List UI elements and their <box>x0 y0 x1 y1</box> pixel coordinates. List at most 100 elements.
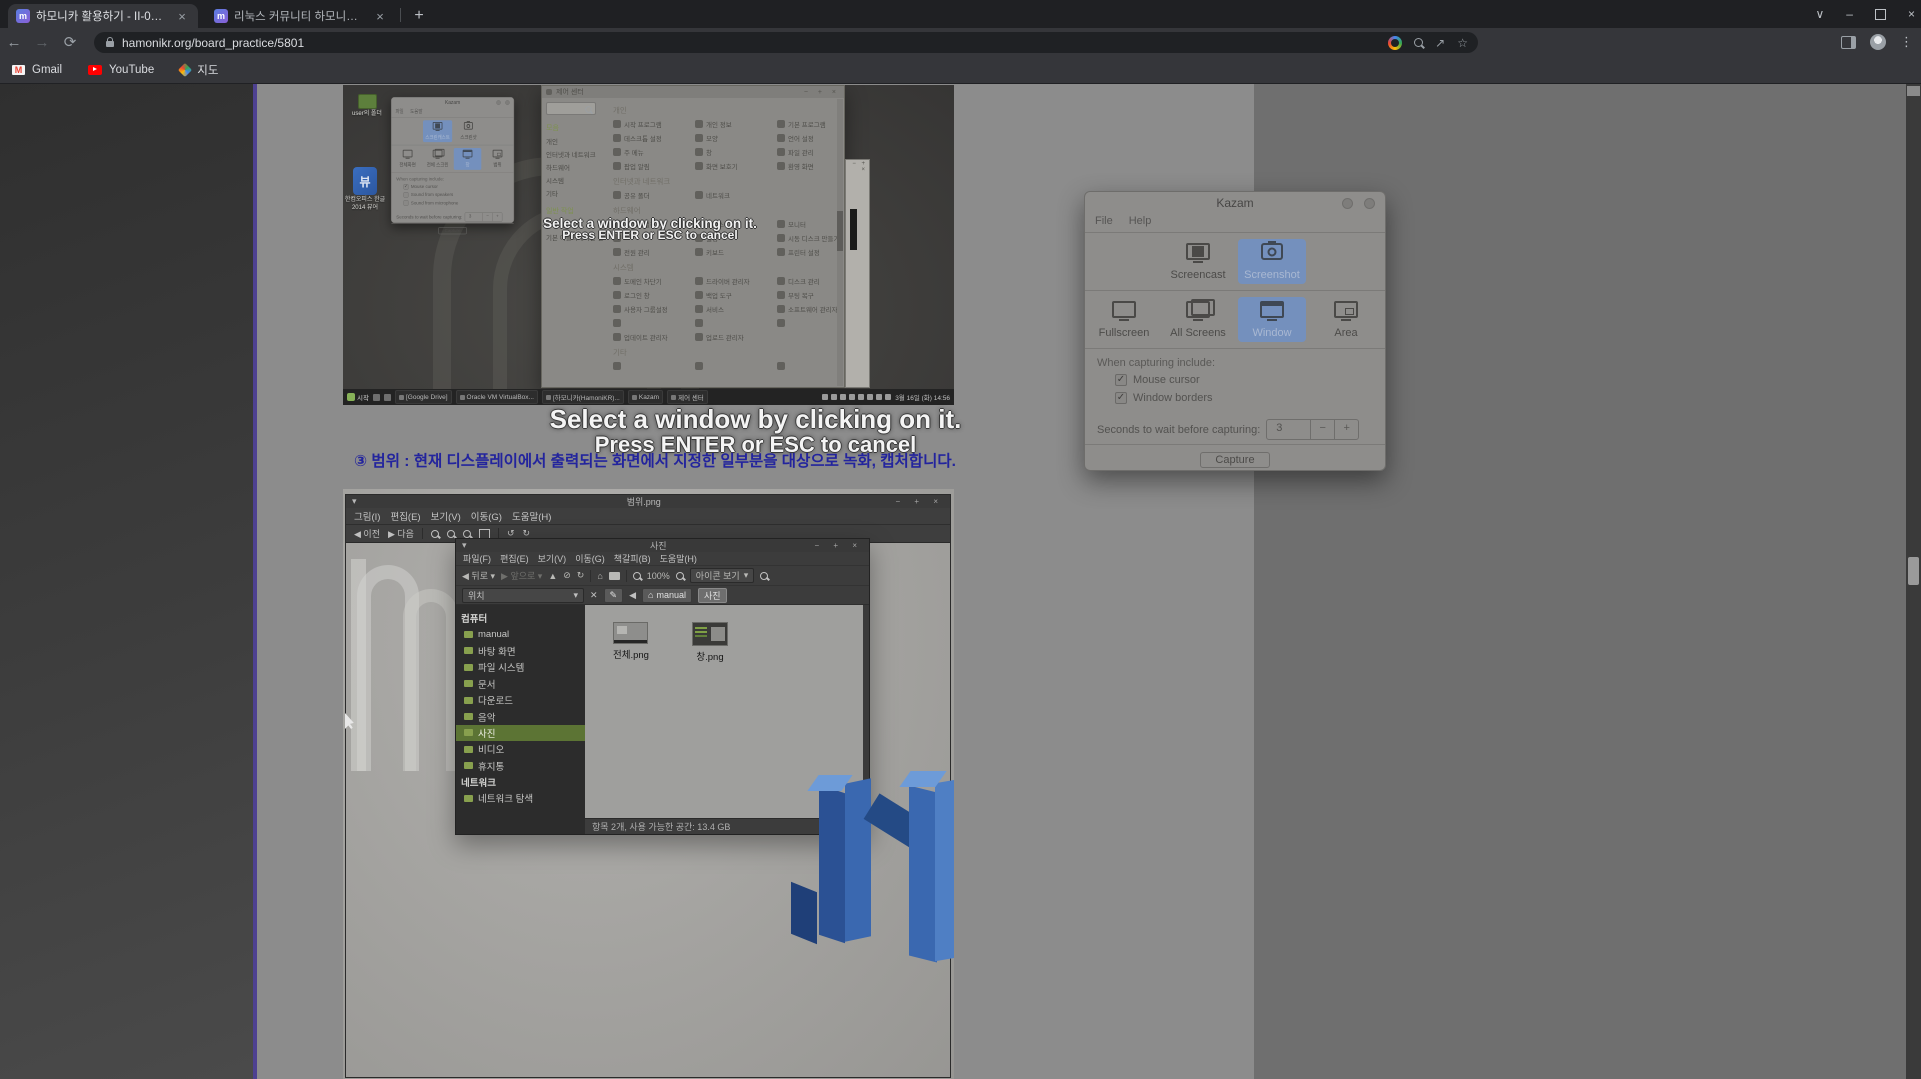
back-icon[interactable]: ← <box>0 34 28 51</box>
post-image-area-example[interactable]: ▾ 범위.png − + × 그림(I)편집(E)보기(V)이동(G)도움말(H… <box>343 489 954 1079</box>
titlebar-circle-icon[interactable] <box>1364 198 1375 209</box>
share-icon[interactable]: ↗ <box>1435 36 1445 50</box>
file-item: 전체.png <box>613 622 649 661</box>
tab-close-icon[interactable]: × <box>174 9 190 24</box>
reload-icon[interactable]: ⟳ <box>56 33 84 51</box>
menu-item[interactable]: File <box>1095 215 1113 227</box>
delay-value: 3 <box>465 213 483 221</box>
cc-item: 서비스 <box>695 304 777 314</box>
menu-dots-icon[interactable]: ⋮ <box>1900 34 1913 50</box>
target-area[interactable]: Area <box>1312 297 1380 342</box>
lens-search-icon[interactable] <box>1414 38 1423 47</box>
menu-item: 책갈피(B) <box>614 552 651 565</box>
cc-item-label: 디스크 관리 <box>788 276 820 286</box>
address-bar[interactable]: hamonikr.org/board_practice/5801 ↗ ☆ <box>94 32 1478 53</box>
label: 휴지통 <box>478 759 504 773</box>
cc-item-icon <box>613 333 621 341</box>
tray-icon <box>840 394 846 400</box>
bookmark-star-icon[interactable]: ☆ <box>1457 36 1468 50</box>
checkbox[interactable]: ✓ <box>1115 374 1127 386</box>
mode-screenshot[interactable]: Screenshot <box>1238 239 1306 284</box>
chevron-down-icon[interactable]: ∨ <box>1816 7 1825 21</box>
menu-item[interactable]: Help <box>1129 215 1152 227</box>
translate-icon[interactable] <box>1388 36 1402 50</box>
cc-item: 언어 설정 <box>777 133 844 143</box>
fm-sidebar-item: 바탕 화면 <box>456 643 585 659</box>
cc-item-label: 기본 프로그램 <box>788 119 826 129</box>
bookmark-item[interactable]: YouTube <box>88 64 154 76</box>
checkbox[interactable]: ✓ <box>1115 392 1127 404</box>
cc-item: 도메인 차단기 <box>613 276 695 286</box>
cc-item-icon <box>777 277 785 285</box>
tab-active[interactable]: m 하모니카 활용하기 - II-06. Kazam × <box>8 4 198 28</box>
cc-item-label: 도메인 차단기 <box>624 276 662 286</box>
tab-strip: m 하모니카 활용하기 - II-06. Kazam × m 리눅스 커뮤니티 … <box>0 0 1921 28</box>
delay-spinbox[interactable]: 3−+ <box>1266 419 1359 440</box>
new-tab-button[interactable]: + <box>407 4 431 28</box>
folder-icon <box>464 697 473 704</box>
screen: m 하모니카 활용하기 - II-06. Kazam × m 리눅스 커뮤니티 … <box>0 0 1921 1079</box>
file-thumbnail <box>613 622 648 644</box>
cc-group-header: 모음 <box>546 123 603 133</box>
area-icon <box>1334 301 1358 318</box>
close-icon[interactable]: × <box>1908 7 1915 21</box>
cc-item-icon <box>695 148 703 156</box>
post-caption: ③ 범위 : 현재 디스플레이에서 출력되는 화면에서 지정한 일부분을 대상으… <box>354 449 956 471</box>
target-fullscreen[interactable]: Fullscreen <box>1090 297 1158 342</box>
cc-item-icon <box>613 120 621 128</box>
tab-close-icon[interactable]: × <box>372 9 388 24</box>
taskbar-window-button: Oracle VM VirtualBox... <box>456 390 538 404</box>
scrollbar-arrow[interactable] <box>1907 86 1920 96</box>
minimize-icon[interactable]: – <box>1846 7 1853 21</box>
cc-item-label: 백업 도구 <box>706 290 732 300</box>
menu-item: 도움말 <box>410 108 422 115</box>
bookmark-item[interactable]: 지도 <box>180 62 218 78</box>
tab-inactive[interactable]: m 리눅스 커뮤니티 하모니카(Hamoni × <box>206 4 396 28</box>
spin-minus-icon[interactable]: − <box>1311 420 1334 439</box>
spin-minus-icon: − <box>483 213 492 221</box>
scrollbar-thumb[interactable] <box>1908 557 1919 585</box>
desktop-icon-hwp-viewer: 뷰 한컴오피스 한글 2014 뷰어 <box>343 167 387 213</box>
side-panel-icon[interactable] <box>1841 36 1856 49</box>
target-label: 범위 <box>493 161 501 168</box>
cc-sidebar-item: 시스템 <box>546 175 603 185</box>
refresh-icon: ↻ <box>577 570 585 581</box>
include-label: When capturing include: <box>1085 349 1385 371</box>
taskbar-launcher-icon <box>373 394 380 401</box>
profile-avatar[interactable] <box>1870 34 1886 50</box>
cc-section-grid <box>613 361 834 371</box>
lock-icon <box>106 41 114 47</box>
maximize-icon[interactable] <box>1875 9 1886 20</box>
cc-scrollbar-thumb <box>837 211 843 251</box>
label: 음악 <box>478 710 495 724</box>
mint-menu-icon <box>347 393 355 401</box>
capture-button[interactable]: Capture <box>1200 452 1269 468</box>
bookmark-label: YouTube <box>109 64 154 76</box>
forward-icon[interactable]: → <box>28 34 56 51</box>
bookmark-item[interactable]: MGmail <box>12 64 62 76</box>
fm-sidebar-header: 네트워크 <box>456 774 585 790</box>
mode-screencast[interactable]: Screencast <box>1164 239 1232 284</box>
cc-sidebar-item: 기타 <box>546 188 603 198</box>
menu-item: 보기(V) <box>538 552 567 565</box>
cc-item-icon <box>613 148 621 156</box>
fm-menu-arrow: ▾ <box>462 540 502 551</box>
target-all-screens[interactable]: All Screens <box>1164 297 1232 342</box>
kazam-menubar: 파일도움말 <box>391 106 513 117</box>
titlebar-circle-icon[interactable] <box>1342 198 1353 209</box>
spin-plus-icon[interactable]: + <box>1334 420 1358 439</box>
menu-item: 그림(I) <box>354 509 380 523</box>
cc-item-label: 창 <box>706 147 712 157</box>
post-image-window-select[interactable]: user의 폴더 뷰 한컴오피스 한글 2014 뷰어 Kazam파일도움말스크… <box>343 85 954 405</box>
window-buttons: − + × <box>815 541 863 550</box>
cc-item-label: 키보드 <box>706 247 724 257</box>
cc-item <box>777 361 844 371</box>
taskbar-window-button: Kazam <box>628 390 663 404</box>
file-thumbnail <box>692 622 728 646</box>
target-전체-스크린: 전체 스크린 <box>424 148 452 170</box>
target-label: 전체 스크린 <box>427 161 449 168</box>
target-window[interactable]: Window <box>1238 297 1306 342</box>
taskbar-window-label: Kazam <box>639 394 659 401</box>
kazam-title: Kazam <box>1085 192 1385 212</box>
tray-icon <box>831 394 837 400</box>
